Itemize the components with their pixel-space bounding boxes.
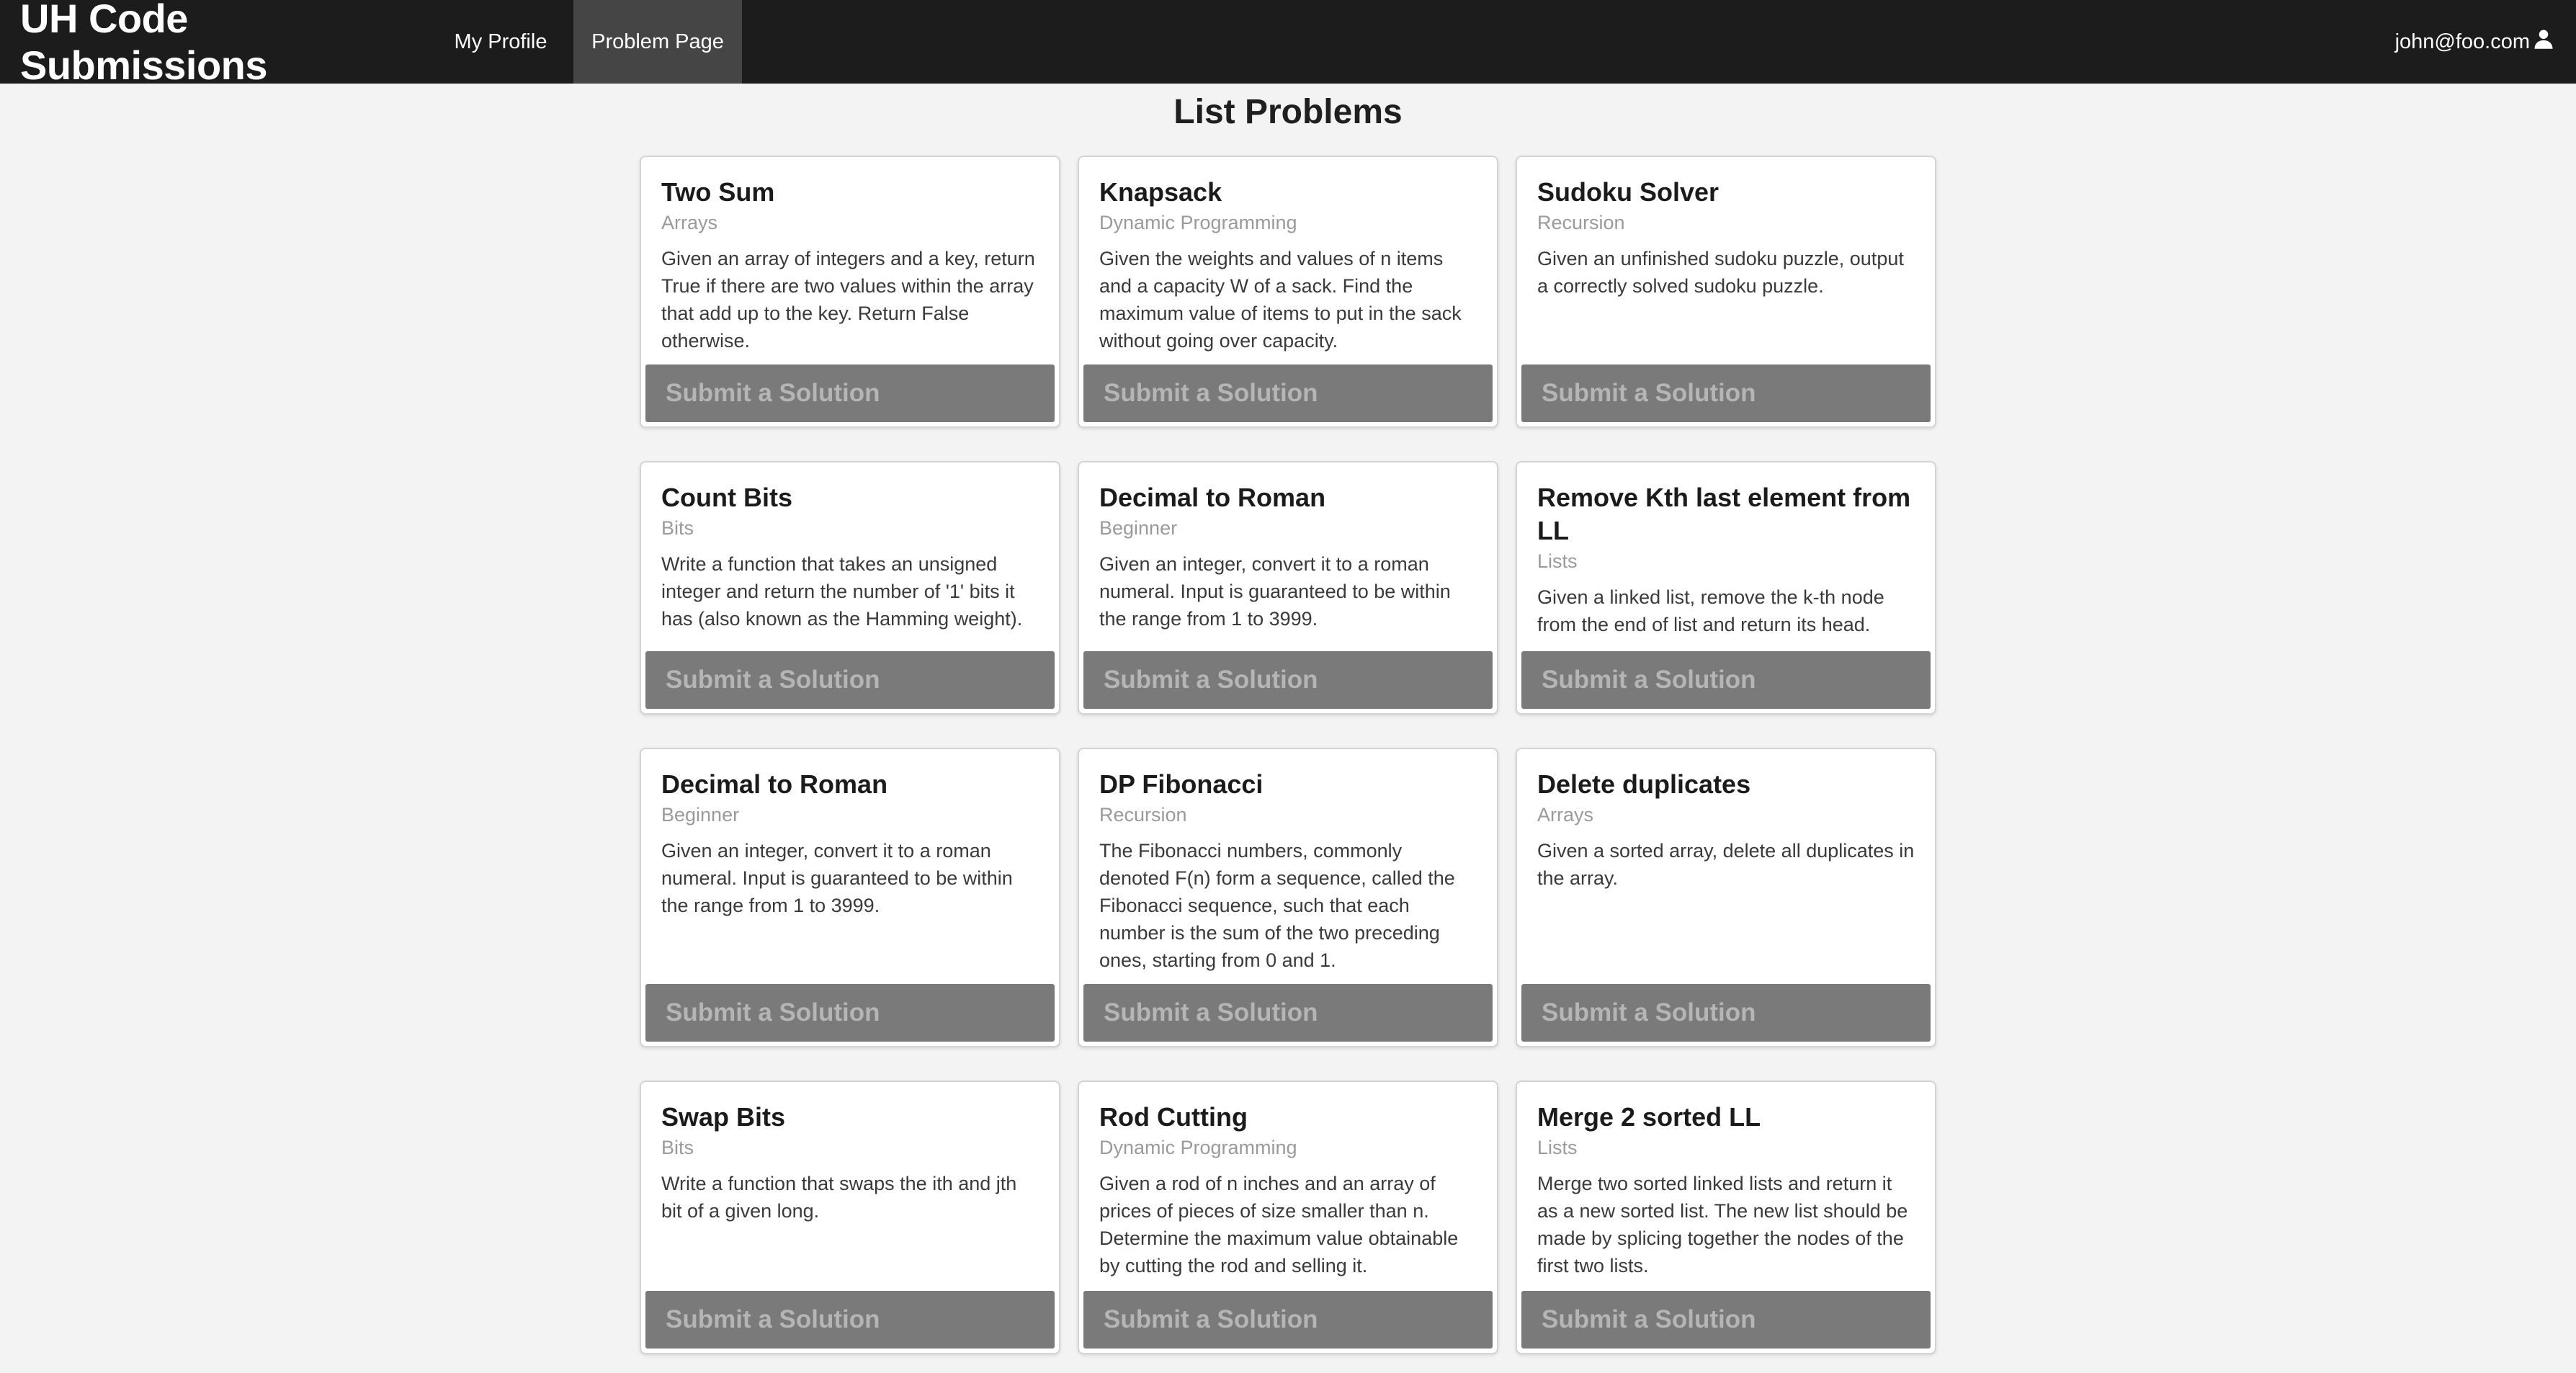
problem-title: Decimal to Roman	[661, 769, 888, 799]
problem-title: Swap Bits	[661, 1102, 786, 1132]
submit-solution-button[interactable]: Submit a Solution	[1083, 651, 1493, 709]
problem-card: Decimal to Roman Beginner Given an integ…	[1078, 461, 1498, 715]
problem-card: Rod Cutting Dynamic Programming Given a …	[1078, 1081, 1498, 1354]
problem-title: Knapsack	[1099, 177, 1222, 207]
problem-description: Given an integer, convert it to a roman …	[661, 840, 1013, 916]
submit-solution-button[interactable]: Submit a Solution	[1521, 984, 1931, 1042]
page-title: List Problems	[1173, 93, 1403, 131]
problem-grid: Two Sum Arrays Given an array of integer…	[640, 156, 1939, 1354]
problem-category: Arrays	[1537, 804, 1594, 826]
problem-title: Remove Kth last element from LL	[1537, 483, 1911, 545]
problem-category: Bits	[661, 517, 694, 539]
problem-card: Merge 2 sorted LL Lists Merge two sorted…	[1516, 1081, 1936, 1354]
nav-problem-page[interactable]: Problem Page	[573, 0, 742, 84]
submit-solution-button[interactable]: Submit a Solution	[1521, 365, 1931, 422]
problem-title: Two Sum	[661, 177, 775, 207]
problem-card: Delete duplicates Arrays Given a sorted …	[1516, 748, 1936, 1047]
user-email: john@foo.com	[2394, 30, 2530, 53]
problem-card: Count Bits Bits Write a function that ta…	[640, 461, 1060, 715]
problem-description: Given a sorted array, delete all duplica…	[1537, 840, 1915, 889]
brand-title[interactable]: UH Code Submissions	[0, 0, 428, 88]
problem-title: Count Bits	[661, 483, 792, 512]
submit-solution-button[interactable]: Submit a Solution	[1521, 1291, 1931, 1349]
problem-card: Decimal to Roman Beginner Given an integ…	[640, 748, 1060, 1047]
problem-category: Dynamic Programming	[1099, 1137, 1297, 1158]
problem-category: Bits	[661, 1137, 694, 1158]
problem-description: Write a function that swaps the ith and …	[661, 1173, 1017, 1222]
problem-category: Dynamic Programming	[1099, 212, 1297, 233]
problem-description: Given a linked list, remove the k-th nod…	[1537, 586, 1884, 635]
user-menu[interactable]: john@foo.com	[2395, 0, 2554, 84]
problem-category: Beginner	[661, 804, 740, 826]
problem-title: DP Fibonacci	[1099, 769, 1264, 799]
nav-my-profile[interactable]: My Profile	[428, 0, 573, 84]
problem-category: Arrays	[661, 212, 718, 233]
problem-category: Recursion	[1099, 804, 1187, 826]
submit-solution-button[interactable]: Submit a Solution	[645, 1291, 1055, 1349]
top-navbar: UH Code Submissions My Profile Problem P…	[0, 0, 2576, 88]
problem-title: Delete duplicates	[1537, 769, 1751, 799]
problem-title: Rod Cutting	[1099, 1102, 1248, 1132]
problem-category: Lists	[1537, 550, 1578, 572]
problem-card: Sudoku Solver Recursion Given an unfinis…	[1516, 156, 1936, 428]
submit-solution-button[interactable]: Submit a Solution	[645, 984, 1055, 1042]
problem-card: Knapsack Dynamic Programming Given the w…	[1078, 156, 1498, 428]
problem-description: Merge two sorted linked lists and return…	[1537, 1173, 1908, 1276]
submit-solution-button[interactable]: Submit a Solution	[1083, 1291, 1493, 1349]
problem-card: Remove Kth last element from LL Lists Gi…	[1516, 461, 1936, 715]
problem-description: Given the weights and values of n items …	[1099, 248, 1462, 352]
submit-solution-button[interactable]: Submit a Solution	[645, 365, 1055, 422]
problem-category: Recursion	[1537, 212, 1625, 233]
problem-card: Swap Bits Bits Write a function that swa…	[640, 1081, 1060, 1354]
problem-description: Given an array of integers and a key, re…	[661, 248, 1035, 352]
problem-description: Given an integer, convert it to a roman …	[1099, 553, 1451, 630]
submit-solution-button[interactable]: Submit a Solution	[1521, 651, 1931, 709]
submit-solution-button[interactable]: Submit a Solution	[1083, 365, 1493, 422]
problem-description: Write a function that takes an unsigned …	[661, 553, 1023, 630]
submit-solution-button[interactable]: Submit a Solution	[645, 651, 1055, 709]
problem-title: Decimal to Roman	[1099, 483, 1326, 512]
problem-title: Sudoku Solver	[1537, 177, 1719, 207]
problem-category: Beginner	[1099, 517, 1178, 539]
problem-category: Lists	[1537, 1137, 1578, 1158]
problem-description: Given an unfinished sudoku puzzle, outpu…	[1537, 248, 1904, 297]
problem-description: Given a rod of n inches and an array of …	[1099, 1173, 1459, 1276]
submit-solution-button[interactable]: Submit a Solution	[1083, 984, 1493, 1042]
user-icon	[2533, 28, 2554, 55]
problem-description: The Fibonacci numbers, commonly denoted …	[1099, 840, 1455, 971]
problem-title: Merge 2 sorted LL	[1537, 1102, 1761, 1132]
problem-card: Two Sum Arrays Given an array of integer…	[640, 156, 1060, 428]
problem-card: DP Fibonacci Recursion The Fibonacci num…	[1078, 748, 1498, 1047]
